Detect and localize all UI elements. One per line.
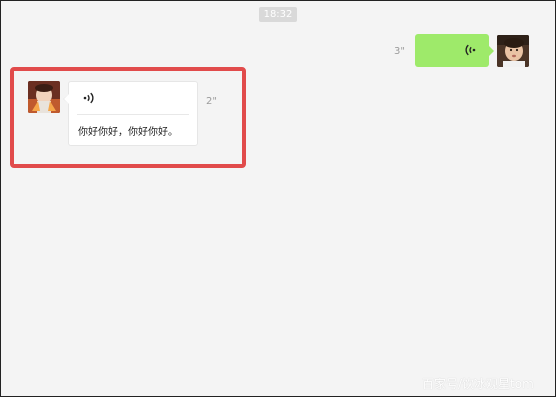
transcription-divider [77, 114, 189, 115]
watermark-text: 百家号/饮冰观星tom [422, 377, 534, 391]
voice-wave-icon [83, 92, 94, 104]
my-avatar[interactable] [497, 35, 529, 67]
incoming-voice-duration: 2" [206, 96, 217, 107]
chat-window: 18:32 3" 你好你好，你好你好。 2" 百家号/饮冰观星tom [0, 0, 556, 397]
outgoing-voice-duration: 3" [394, 46, 405, 57]
contact-avatar[interactable] [28, 81, 60, 113]
voice-wave-icon [465, 44, 476, 56]
message-timestamp: 18:32 [259, 7, 297, 22]
outgoing-voice-bubble[interactable] [415, 34, 494, 67]
incoming-voice-bubble[interactable]: 你好你好，你好你好。 [63, 81, 198, 146]
voice-transcription-text: 你好你好，你好你好。 [78, 127, 178, 138]
